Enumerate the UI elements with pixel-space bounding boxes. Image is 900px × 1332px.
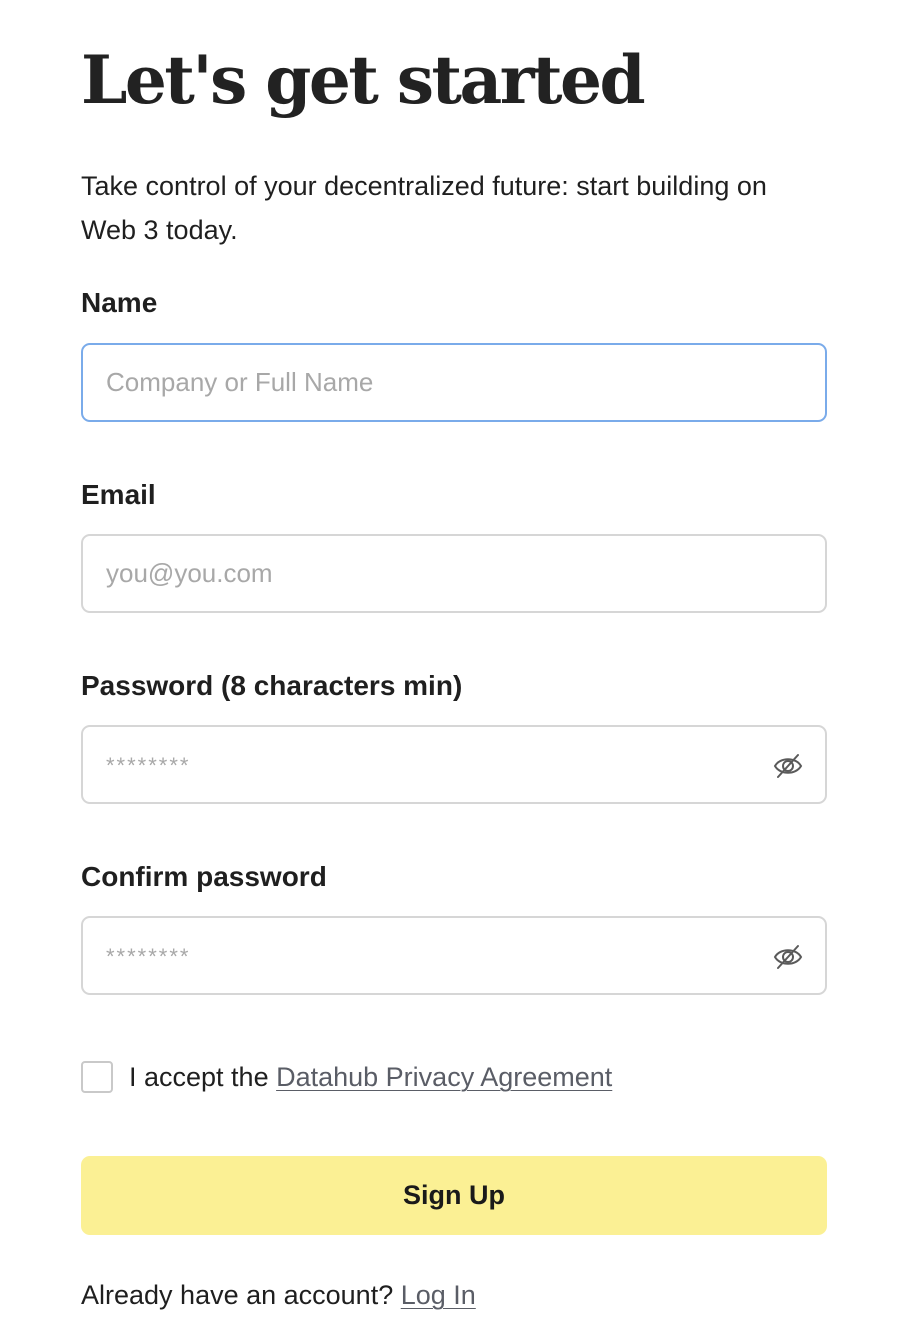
page-subtitle: Take control of your decentralized futur… [81,171,767,245]
privacy-agreement-text: I accept the Datahub Privacy Agreement [129,1058,612,1096]
privacy-agreement-link[interactable]: Datahub Privacy Agreement [276,1062,612,1092]
login-link[interactable]: Log In [401,1280,476,1310]
confirm-password-field [81,916,827,995]
sign-up-button[interactable]: Sign Up [81,1156,827,1235]
email-field [81,534,827,613]
email-label: Email [81,479,156,510]
name-label: Name [81,287,158,318]
name-input[interactable] [83,345,825,420]
page-title: Let's get started [81,41,646,119]
login-prompt-text: Already have an account? [81,1280,401,1310]
login-prompt: Already have an account? Log In [81,1276,476,1314]
password-label: Password (8 characters min) [81,670,463,701]
privacy-agreement-checkbox[interactable] [81,1061,113,1093]
email-input[interactable] [83,536,825,611]
confirm-password-input[interactable] [83,918,825,993]
privacy-agreement-prefix: I accept the [129,1062,277,1092]
password-field [81,725,827,804]
eye-off-icon[interactable] [773,942,803,972]
password-input[interactable] [83,727,825,802]
eye-off-icon[interactable] [773,751,803,781]
confirm-password-label: Confirm password [81,861,327,892]
name-field [81,343,827,422]
